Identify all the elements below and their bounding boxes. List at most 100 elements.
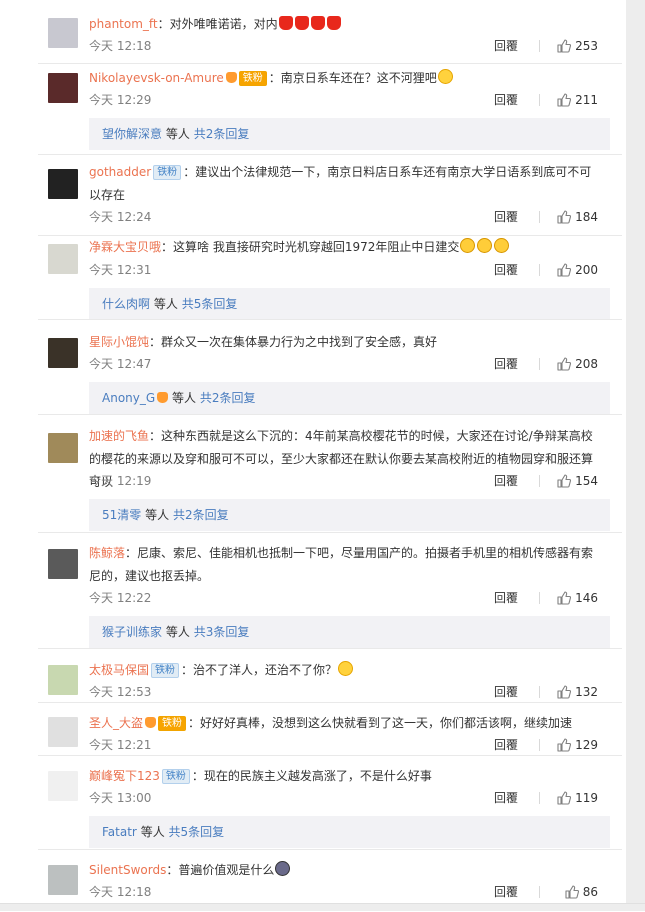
comment-body: ：这算啥 我直接研究时光机穿越回1972年阻止中日建交 [161, 240, 460, 254]
username-link[interactable]: 加速的飞鱼 [89, 429, 149, 443]
username-link[interactable]: 陈鲸落 [89, 546, 125, 560]
like-count: 208 [575, 357, 598, 371]
comment-text: Nikolayevsk-on-Amure 铁粉 ：南京日系车还在？这不河狸吧 [89, 67, 598, 90]
reply-button[interactable]: 回覆 [494, 790, 518, 806]
reply-summary-label: 等人 [165, 625, 190, 639]
replies-expander[interactable]: 猴子训练家 等人 共3条回复 [89, 616, 610, 648]
avatar[interactable] [48, 244, 78, 274]
avatar[interactable] [48, 549, 78, 579]
like-button[interactable]: 253 [557, 38, 598, 54]
reply-summary-label: 等人 [145, 508, 170, 522]
fan-badge: 铁粉 [153, 165, 182, 180]
reply-user-link[interactable]: 什么肉啊 [102, 297, 150, 311]
comment-text: 星际小馄饨：群众又一次在集体暴力行为之中找到了安全感，真好 [89, 331, 598, 354]
reply-count-link[interactable]: 共2条回复 [194, 127, 250, 141]
username-link[interactable]: 净霖大宝贝哦 [89, 240, 161, 254]
comment-text: 净霖大宝贝哦：这算啥 我直接研究时光机穿越回1972年阻止中日建交 [89, 236, 598, 259]
comment-body: ：南京日系车还在？这不河狸吧 [268, 71, 437, 85]
reply-user-link[interactable]: Anony_G [102, 391, 155, 405]
avatar[interactable] [48, 18, 78, 48]
reply-button[interactable]: 回覆 [494, 209, 518, 225]
replies-expander[interactable]: Fatatr 等人 共5条回复 [89, 816, 610, 848]
comment-meta: 今天 13:00 回覆 119 [89, 790, 598, 806]
reply-count-link[interactable]: 共2条回复 [200, 391, 256, 405]
reply-user-link[interactable]: 望你解深意 [102, 127, 162, 141]
reply-button[interactable]: 回覆 [494, 590, 518, 606]
reply-summary-label: 等人 [172, 391, 197, 405]
like-button[interactable]: 154 [557, 473, 598, 489]
username-link[interactable]: Nikolayevsk-on-Amure [89, 71, 224, 85]
reply-count-link[interactable]: 共5条回复 [182, 297, 238, 311]
like-button[interactable]: 119 [557, 790, 598, 806]
avatar[interactable] [48, 169, 78, 199]
like-count: 253 [575, 39, 598, 53]
reply-user-link[interactable]: 51清零 [102, 508, 141, 522]
comment-item: 巅峰冤下123 铁粉 ：现在的民族主义越发高涨了，不是什么好事 今天 13:00 回覆 1… [38, 755, 622, 850]
like-button[interactable]: 86 [565, 884, 598, 900]
username-link[interactable]: 太极马保国 [89, 663, 149, 677]
timestamp: 今天 12:31 [89, 263, 152, 277]
reply-button[interactable]: 回覆 [494, 38, 518, 54]
timestamp: 今天 12:53 [89, 685, 152, 699]
reply-button[interactable]: 回覆 [494, 92, 518, 108]
username-link[interactable]: 星际小馄饨 [89, 335, 149, 349]
like-button[interactable]: 200 [557, 262, 598, 278]
reply-user-link[interactable]: 猴子训练家 [102, 625, 162, 639]
thumb-up-icon [565, 885, 579, 899]
comment-meta: 今天 12:21 回覆 129 [89, 737, 598, 753]
avatar[interactable] [48, 433, 78, 463]
comment-text: 巅峰冤下123 铁粉 ：现在的民族主义越发高涨了，不是什么好事 [89, 765, 598, 788]
reply-button[interactable]: 回覆 [494, 684, 518, 700]
replies-expander[interactable]: 望你解深意 等人 共2条回复 [89, 118, 610, 150]
like-button[interactable]: 184 [557, 209, 598, 225]
reply-button[interactable]: 回覆 [494, 473, 518, 489]
username-link[interactable]: gothadder [89, 165, 151, 179]
timestamp: 今天 12:18 [89, 39, 152, 53]
comment-meta: 今天 12:53 回覆 132 [89, 684, 598, 700]
avatar[interactable] [48, 338, 78, 368]
comment-body: ：尼康、索尼、佳能相机也抵制一下吧，尽量用国产的。拍摄者手机里的相机传感器有索尼… [89, 546, 594, 583]
cry-emoji-icon [477, 238, 493, 253]
face-emoji-icon [437, 69, 453, 84]
comment-meta: 今天 12:19 回覆 154 [89, 473, 598, 489]
username-link[interactable]: 巅峰冤下123 [89, 769, 160, 783]
scrollbar-track[interactable] [626, 0, 645, 911]
replies-expander[interactable]: 什么肉啊 等人 共5条回复 [89, 288, 610, 320]
reply-count-link[interactable]: 共2条回复 [173, 508, 229, 522]
replies-expander[interactable]: 51清零 等人 共2条回复 [89, 499, 610, 531]
username-link[interactable]: 圣人_大盗 [89, 716, 143, 730]
timestamp: 今天 12:47 [89, 357, 152, 371]
like-button[interactable]: 211 [557, 92, 598, 108]
thumb-up-icon [557, 263, 572, 277]
comment-meta: 今天 12:18 回覆 86 [89, 884, 598, 900]
avatar[interactable] [48, 665, 78, 695]
username-link[interactable]: phantom_ft [89, 17, 158, 31]
avatar[interactable] [48, 73, 78, 103]
like-button[interactable]: 208 [557, 356, 598, 372]
like-button[interactable]: 146 [557, 590, 598, 606]
reply-button[interactable]: 回覆 [494, 737, 518, 753]
crown-icon [157, 392, 169, 403]
timestamp: 今天 12:22 [89, 591, 152, 605]
avatar[interactable] [48, 865, 78, 895]
reply-count-link[interactable]: 共5条回复 [169, 825, 225, 839]
replies-expander[interactable]: Anony_G 等人 共2条回复 [89, 382, 610, 414]
comment-item: 陈鲸落：尼康、索尼、佳能相机也抵制一下吧，尽量用国产的。拍摄者手机里的相机传感器… [38, 532, 622, 649]
avatar[interactable] [48, 717, 78, 747]
thumb-up-icon [557, 210, 572, 224]
divider [539, 358, 540, 370]
comment-body: ：好好好真棒，没想到这么快就看到了这一天，你们都活该啊，继续加速 [188, 716, 573, 730]
reply-user-link[interactable]: Fatatr [102, 825, 137, 839]
thumb-up-icon [557, 738, 572, 752]
username-link[interactable]: SilentSwords [89, 863, 166, 877]
reply-button[interactable]: 回覆 [494, 262, 518, 278]
comment-text: 太极马保国 铁粉 ：治不了洋人，还治不了你？ [89, 659, 598, 682]
like-button[interactable]: 129 [557, 737, 598, 753]
like-button[interactable]: 132 [557, 684, 598, 700]
avatar[interactable] [48, 771, 78, 801]
divider [539, 686, 540, 698]
reply-button[interactable]: 回覆 [494, 356, 518, 372]
timestamp: 今天 12:21 [89, 738, 152, 752]
reply-button[interactable]: 回覆 [494, 884, 518, 900]
reply-count-link[interactable]: 共3条回复 [194, 625, 250, 639]
